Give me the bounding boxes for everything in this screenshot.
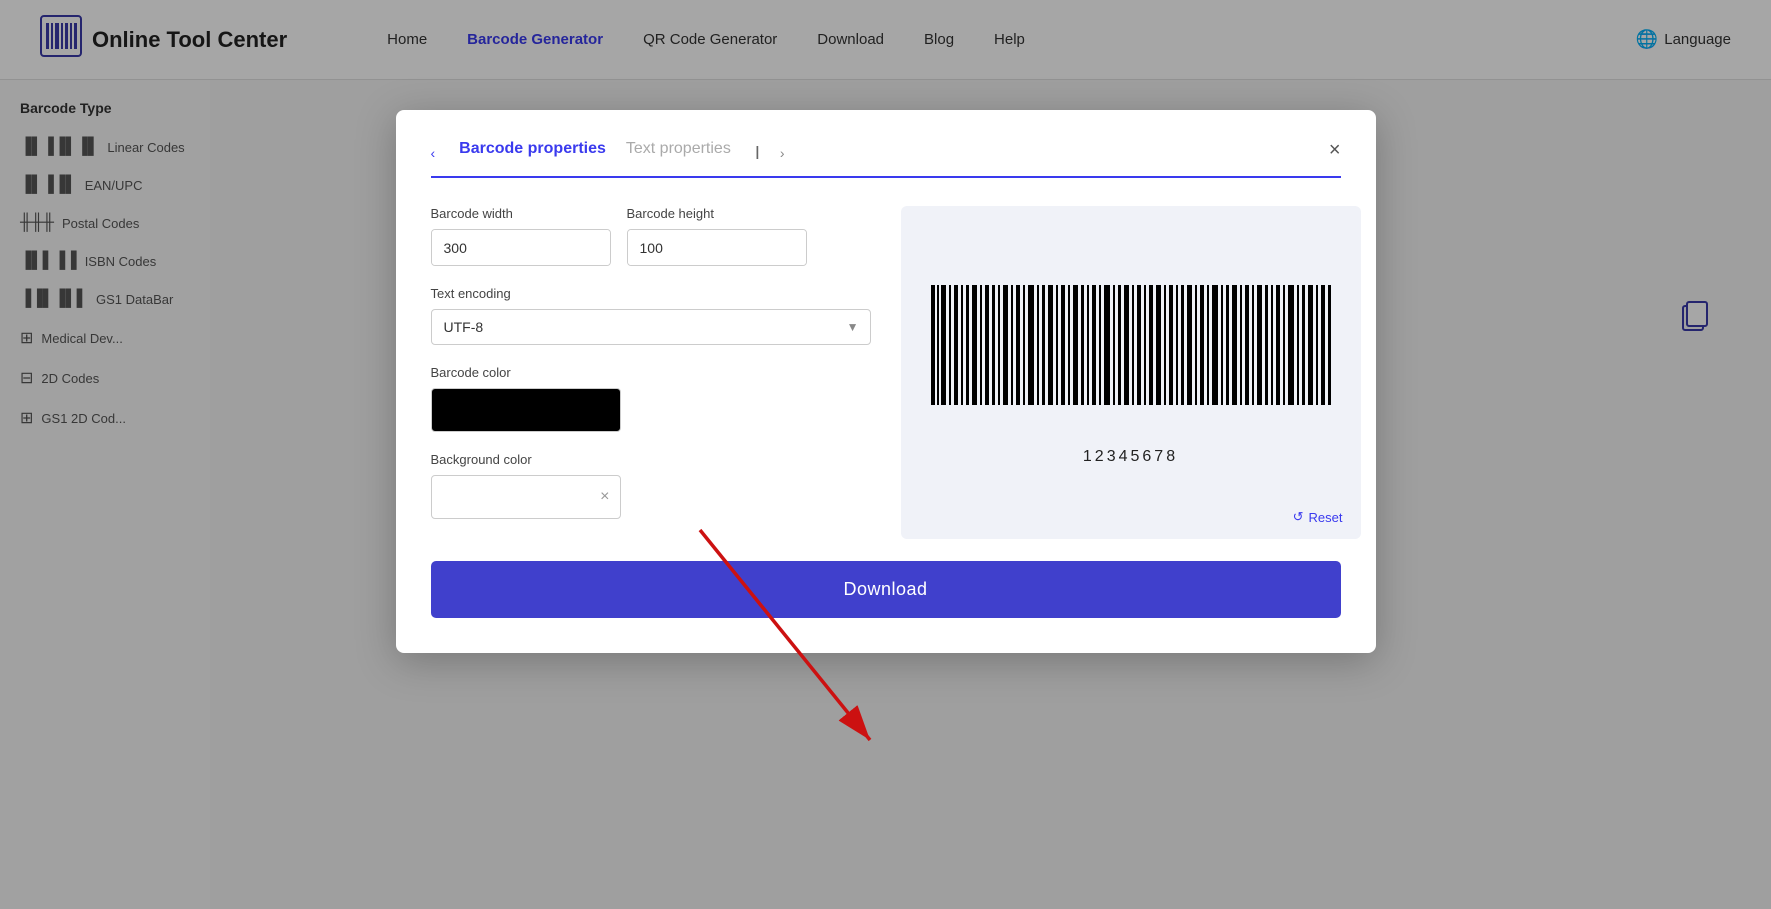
download-button-area: Download	[431, 561, 1341, 618]
tab-barcode-properties[interactable]: Barcode properties	[459, 140, 606, 166]
field-group-dimensions: Barcode width ▲ ▼ Barcode height	[431, 206, 871, 266]
text-encoding-select[interactable]: UTF-8 ASCII ISO-8859-1	[431, 309, 871, 345]
reset-button[interactable]: ↺ Reset	[1293, 509, 1343, 525]
barcode-height-group: Barcode height ▲ ▼	[627, 206, 807, 266]
barcode-height-label: Barcode height	[627, 206, 807, 221]
modal-left-panel: Barcode width ▲ ▼ Barcode height	[431, 206, 871, 539]
reset-icon: ↺	[1293, 509, 1304, 525]
reset-label: Reset	[1309, 510, 1343, 525]
field-group-encoding: Text encoding UTF-8 ASCII ISO-8859-1 ▼	[431, 286, 871, 345]
barcode-image	[921, 280, 1341, 440]
background-color-swatch[interactable]: ×	[431, 475, 621, 519]
field-group-bg-color: Background color ×	[431, 452, 871, 519]
text-encoding-label: Text encoding	[431, 286, 871, 301]
modal-header: ‹ Barcode properties Text properties I ›…	[431, 140, 1341, 178]
background-color-label: Background color	[431, 452, 871, 467]
modal-dialog: ‹ Barcode properties Text properties I ›…	[396, 110, 1376, 653]
modal-right-panel: 12345678 ↺ Reset	[901, 206, 1361, 539]
modal-body: Barcode width ▲ ▼ Barcode height	[431, 206, 1341, 539]
tab-chevron-right: ›	[780, 145, 785, 161]
barcode-color-label: Barcode color	[431, 365, 871, 380]
barcode-width-group: Barcode width ▲ ▼	[431, 206, 611, 266]
tab-text-properties[interactable]: Text properties	[626, 140, 731, 166]
barcode-preview: 12345678	[921, 280, 1341, 466]
barcode-height-input-wrap: ▲ ▼	[627, 229, 807, 266]
modal-close-button[interactable]: ×	[1329, 140, 1341, 160]
barcode-color-swatch[interactable]	[431, 388, 621, 432]
download-button[interactable]: Download	[431, 561, 1341, 618]
cursor-icon: I	[755, 143, 760, 164]
text-encoding-select-wrap: UTF-8 ASCII ISO-8859-1 ▼	[431, 309, 871, 345]
color-clear-icon[interactable]: ×	[600, 488, 609, 506]
barcode-value-text: 12345678	[1083, 448, 1178, 466]
barcode-width-label: Barcode width	[431, 206, 611, 221]
barcode-width-input-wrap: ▲ ▼	[431, 229, 611, 266]
field-group-barcode-color: Barcode color	[431, 365, 871, 432]
tab-chevron-left: ‹	[431, 145, 436, 161]
dimensions-row: Barcode width ▲ ▼ Barcode height	[431, 206, 871, 266]
barcode-height-input[interactable]	[628, 230, 807, 265]
barcode-width-input[interactable]	[432, 230, 611, 265]
